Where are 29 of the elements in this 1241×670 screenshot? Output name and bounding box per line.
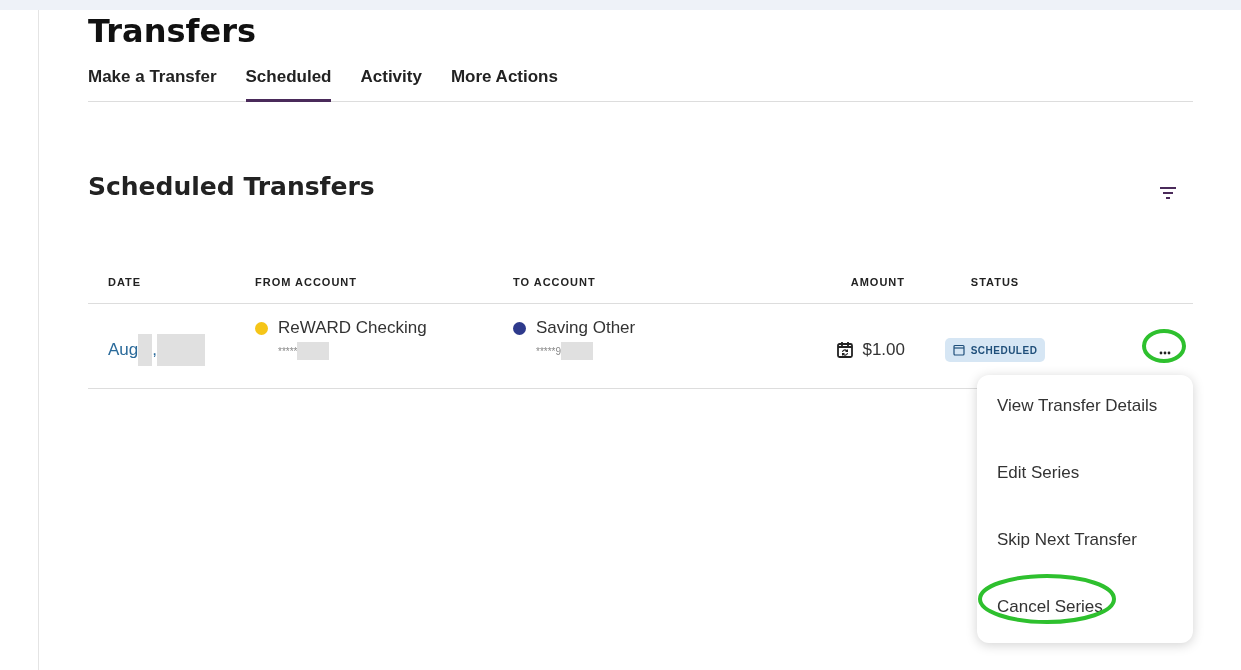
tab[interactable]: More Actions [450,67,558,102]
column-header: AMOUNT [850,276,905,288]
date-link[interactable]: Aug [108,340,139,360]
status-badge: SCHEDULED [944,338,1046,362]
redaction-block [297,342,330,360]
column-header: STATUS [970,276,1020,288]
recurring-calendar-icon [836,341,855,359]
column-header: DATE [107,276,143,288]
tab[interactable]: Activity [360,67,422,102]
section-title: Scheduled Transfers [88,172,375,201]
more-icon [1159,350,1171,355]
page-title: Transfers [88,12,257,50]
menu-item[interactable]: Skip Next Transfer [977,522,1137,558]
column-header: TO ACCOUNT [513,276,597,288]
tab[interactable]: Scheduled [245,67,332,102]
account-number: *****9 [536,345,562,357]
filter-icon[interactable] [1159,186,1177,199]
amount: $1.00 [862,340,905,360]
date-separator: , [152,340,157,360]
redaction-block [138,334,153,366]
column-header: FROM ACCOUNT [255,276,359,288]
redaction-block [561,342,594,360]
menu-item[interactable]: Edit Series [977,455,1080,491]
tab[interactable]: Make a Transfer [88,67,217,102]
menu-item[interactable]: View Transfer Details [977,388,1158,424]
account-number: ***** [278,345,298,357]
redaction-block [157,334,205,366]
account-name: ReWARD Checking [278,318,427,338]
account-name: Saving Other [536,318,636,338]
